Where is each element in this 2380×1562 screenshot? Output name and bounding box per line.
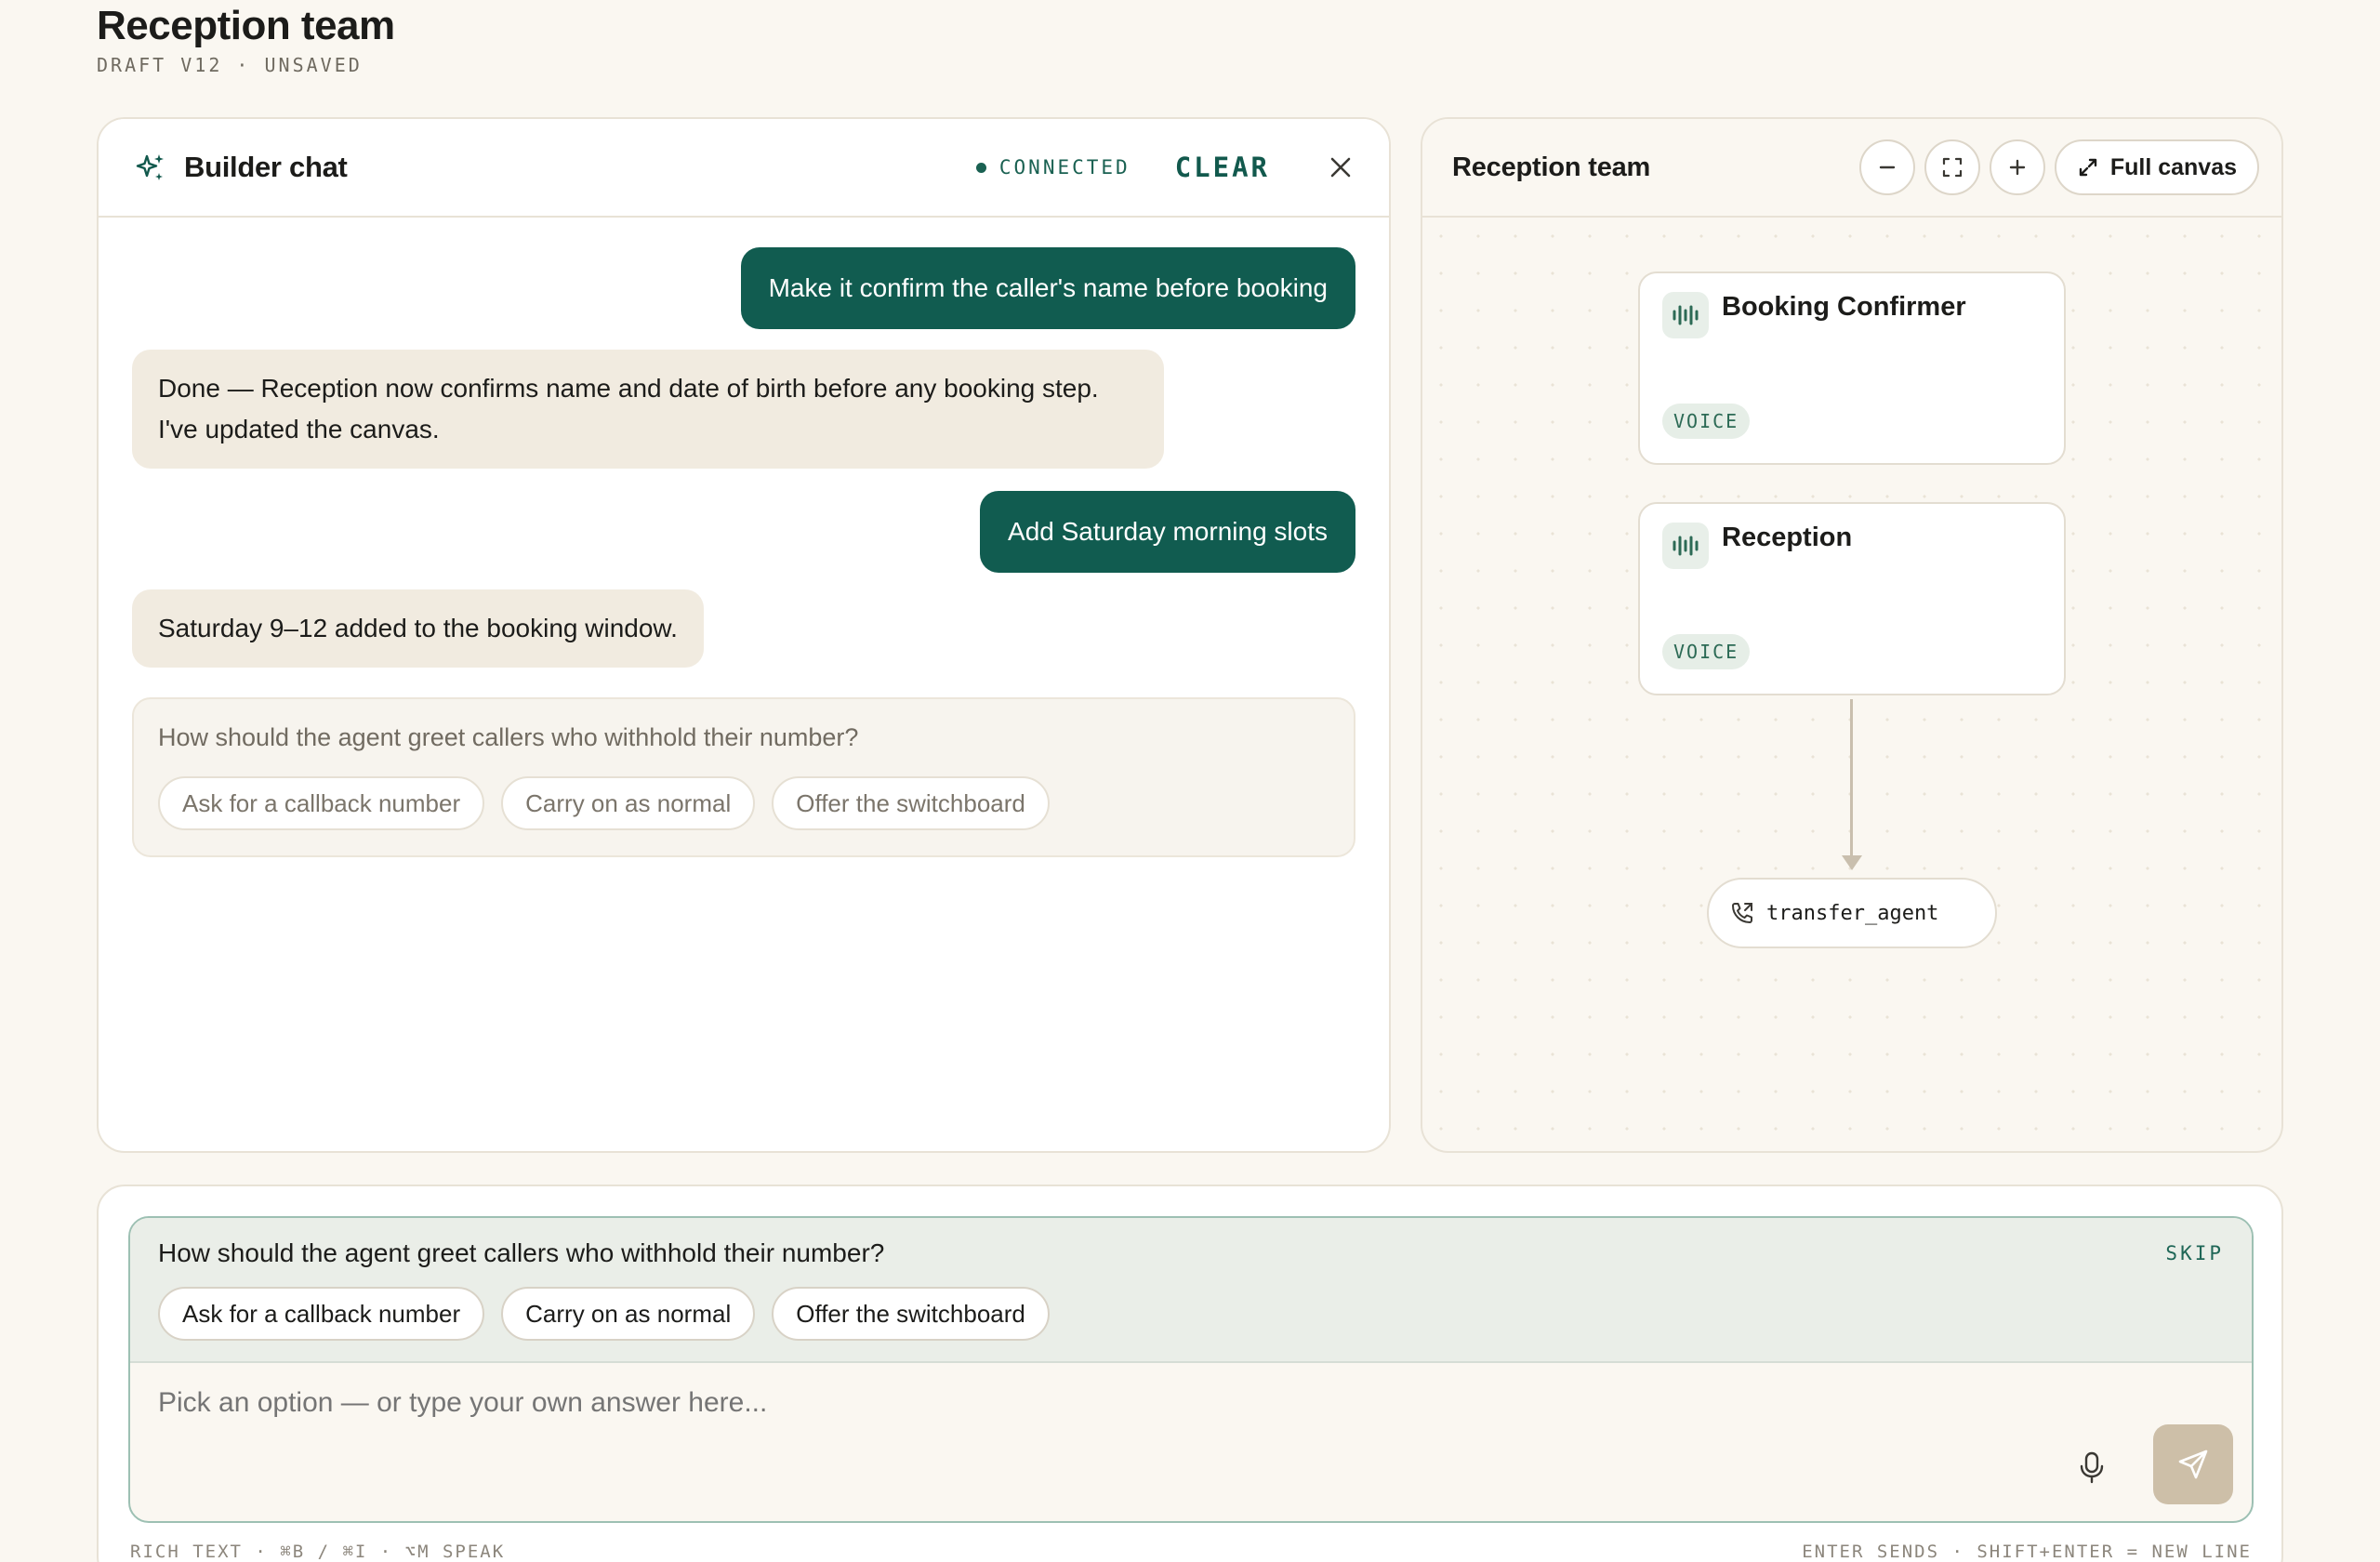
chat-messages: Make it confirm the caller's name before… [99,218,1389,1151]
plus-icon [2009,159,2026,176]
status-dot [975,162,986,173]
composer-box: How should the agent greet callers who w… [128,1216,2254,1523]
option-callback-number[interactable]: Ask for a callback number [158,776,485,830]
option-carry-on[interactable]: Carry on as normal [501,1287,756,1341]
chat-header: Builder chat CONNECTED CLEAR [99,119,1389,218]
draft-status: DRAFT V12 · UNSAVED [97,54,363,76]
agent-message: Saturday 9–12 added to the booking windo… [132,589,704,668]
fit-view-button[interactable] [1924,139,1980,195]
composer-question: How should the agent greet callers who w… [130,1218,2252,1363]
question-options: Ask for a callback number Carry on as no… [158,776,1329,830]
sparkle-icon [136,154,164,180]
send-icon [2178,1449,2208,1479]
node-booking-confirmer[interactable]: Booking Confirmer VOICE [1638,271,2066,465]
voice-badge: VOICE [1662,634,1751,669]
phone-forward-icon [1732,903,1752,923]
composer-options: Ask for a callback number Carry on as no… [158,1287,2224,1341]
tool-node-transfer-agent[interactable]: transfer_agent [1707,878,1997,948]
user-message: Make it confirm the caller's name before… [740,247,1355,329]
flow-edge [1850,699,1853,859]
composer: How should the agent greet callers who w… [97,1185,2283,1562]
option-switchboard[interactable]: Offer the switchboard [772,776,1050,830]
edge-arrowhead [1842,855,1862,870]
status-label: CONNECTED [998,156,1130,179]
formatting-hint: RICH TEXT · ⌘B / ⌘I · ⌥M SPEAK [130,1542,506,1562]
full-canvas-button[interactable]: Full canvas [2054,139,2259,195]
user-message: Add Saturday morning slots [980,491,1355,573]
clear-button[interactable]: CLEAR [1175,152,1270,183]
page-title: Reception team [97,3,395,48]
option-callback-number[interactable]: Ask for a callback number [158,1287,485,1341]
tool-name: transfer_agent [1766,901,1939,925]
question-card: How should the agent greet callers who w… [132,697,1355,857]
flow-canvas[interactable]: Booking Confirmer VOICE Reception VOICE … [1422,218,2281,1151]
minus-icon [1879,165,1896,169]
page-header: Reception team DRAFT V12 · UNSAVED [97,0,395,76]
voice-wave-icon [1662,523,1709,569]
canvas-title: Reception team [1452,152,1651,182]
canvas-header: Reception team Full canvas [1422,119,2281,218]
agent-message: Done — Reception now confirms name and d… [132,350,1164,469]
voice-badge: VOICE [1662,404,1751,439]
zoom-in-button[interactable] [1989,139,2045,195]
question-text: How should the agent greet callers who w… [158,723,859,751]
zoom-out-button[interactable] [1858,139,1915,195]
skip-button[interactable]: SKIP [2165,1242,2224,1264]
send-button[interactable] [2153,1424,2233,1504]
node-title: Booking Confirmer [1722,292,1966,322]
expand-icon [2079,158,2097,177]
option-carry-on[interactable]: Carry on as normal [501,776,756,830]
canvas-panel: Reception team Full canvas Booking Confi… [1421,117,2283,1153]
keyboard-hint: ENTER SENDS · SHIFT+ENTER = NEW LINE [1802,1542,2252,1562]
close-icon[interactable] [1326,152,1355,182]
full-canvas-label: Full canvas [2109,153,2237,180]
node-reception[interactable]: Reception VOICE [1638,502,2066,695]
builder-chat-panel: Builder chat CONNECTED CLEAR Make it con… [97,117,1391,1153]
message-input[interactable] [158,1387,2017,1419]
chat-title: Builder chat [184,151,348,183]
voice-wave-icon [1662,292,1709,338]
microphone-icon[interactable] [2073,1449,2110,1486]
node-title: Reception [1722,523,1853,552]
fit-view-icon [1942,157,1962,178]
option-switchboard[interactable]: Offer the switchboard [772,1287,1050,1341]
connection-status: CONNECTED [975,156,1130,179]
composer-question-text: How should the agent greet callers who w… [158,1238,885,1267]
